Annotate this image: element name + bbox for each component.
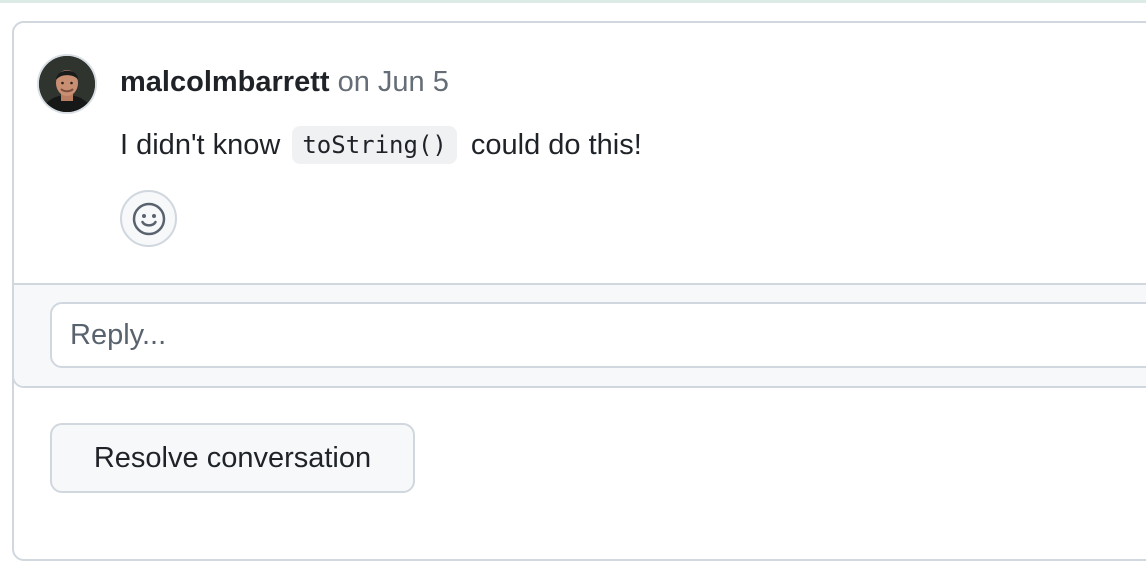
user-avatar-photo [39,56,95,112]
smiley-icon [132,202,165,235]
top-divider [0,0,1146,3]
reply-input[interactable] [50,302,1146,368]
date-prefix: on [337,66,370,98]
resolve-conversation-button[interactable]: Resolve conversation [50,423,415,493]
inline-code: toString() [292,126,457,164]
avatar[interactable] [39,56,95,112]
comment-text-start: I didn't know [120,129,281,161]
comment-text: I didn't know toString() could do this! [120,124,642,166]
comment-date-link[interactable]: Jun 5 [378,66,449,98]
author-link[interactable]: malcolmbarrett [120,66,330,98]
add-reaction-button[interactable] [120,190,177,247]
comment-header: malcolmbarrett on Jun 5 [120,64,449,100]
comment-text-end: could do this! [470,129,642,161]
